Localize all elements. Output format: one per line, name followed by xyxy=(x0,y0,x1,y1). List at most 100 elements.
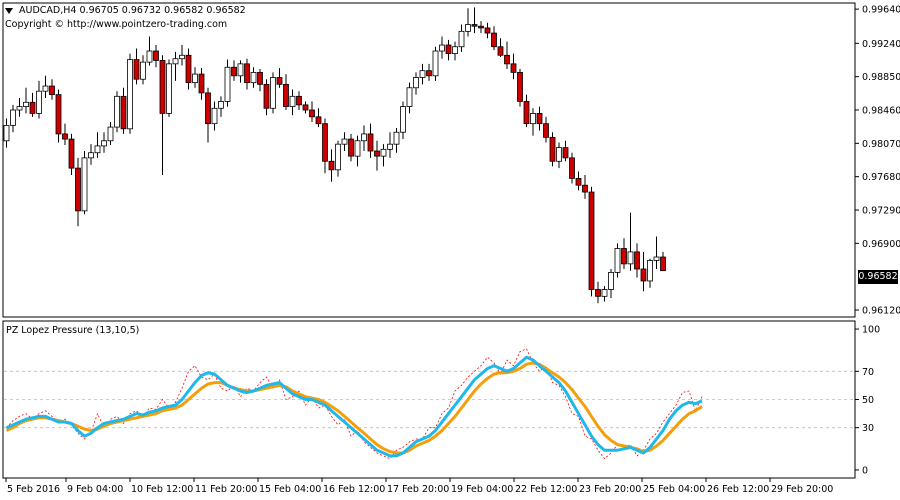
time-axis: 5 Feb 2016 9 Feb 04:00 10 Feb 12:00 11 Feb … xyxy=(5,478,833,495)
candle-body-bull xyxy=(140,61,146,80)
candle-body-bear xyxy=(621,248,627,265)
candle xyxy=(172,51,179,81)
candle-body-bull xyxy=(608,272,614,290)
candle xyxy=(530,108,536,136)
candle xyxy=(575,171,582,191)
candle-body-bull xyxy=(10,109,16,126)
candle-body-bear xyxy=(595,289,601,297)
candle xyxy=(263,79,270,116)
time-tick-label: 9 Feb 04:00 xyxy=(67,484,123,495)
candle-body-bear xyxy=(328,160,335,171)
candle-body-bull xyxy=(172,58,179,65)
candle-body-bull xyxy=(413,77,419,89)
time-tick-label: 23 Feb 20:00 xyxy=(579,484,641,495)
indicator-lines xyxy=(5,348,703,460)
candle xyxy=(380,144,387,167)
indicator-title: PZ Lopez Pressure (13,10,5) xyxy=(6,325,140,336)
candle-body-bear xyxy=(296,95,302,106)
candle xyxy=(166,59,172,117)
time-tick-label: 25 Feb 04:00 xyxy=(643,484,705,495)
triangle-down-icon[interactable] xyxy=(5,7,13,14)
candle-body-bear xyxy=(153,50,159,61)
candle-body-bear xyxy=(491,32,497,48)
candle-body-bear xyxy=(49,85,55,96)
indicator-axis: 100 70 50 30 0 xyxy=(4,325,880,476)
candle xyxy=(231,60,237,81)
candle xyxy=(120,87,127,134)
time-tick-label: 16 Feb 12:00 xyxy=(323,484,385,495)
candle-body-bull xyxy=(36,90,42,114)
candle-body-bull xyxy=(530,113,536,125)
price-tick-label: 0.99240 xyxy=(862,39,900,50)
candle xyxy=(497,38,504,57)
candle-body-bear xyxy=(348,138,354,157)
candle xyxy=(309,101,315,122)
indicator-tick-label: 30 xyxy=(862,423,874,434)
candle xyxy=(504,41,510,69)
candle-body-bull xyxy=(81,157,88,212)
price-tick-label: 0.97680 xyxy=(862,172,900,183)
candle xyxy=(81,151,88,215)
candle-body-bear xyxy=(634,251,640,270)
candle-body-bear xyxy=(478,25,484,29)
candle-body-bear xyxy=(517,71,523,102)
candle xyxy=(634,243,640,278)
candle-body-bull xyxy=(400,106,406,133)
price-tick-label: 0.98460 xyxy=(862,105,900,116)
candle xyxy=(432,46,439,81)
candle xyxy=(224,59,231,107)
time-tick-label: 29 Feb 20:00 xyxy=(771,484,833,495)
candle xyxy=(250,67,257,88)
candle-body-bear xyxy=(426,70,432,77)
candle-body-bull xyxy=(380,148,387,157)
candle xyxy=(614,243,621,278)
candle xyxy=(439,36,445,59)
candle xyxy=(192,67,198,88)
candle-body-bear xyxy=(205,92,211,125)
candle xyxy=(289,89,296,116)
candle-body-bull xyxy=(387,143,393,150)
candle xyxy=(621,238,627,269)
candle-body-bear xyxy=(263,83,270,109)
slow-pressure-line xyxy=(5,361,703,455)
candle xyxy=(296,91,302,110)
candle-body-bear xyxy=(504,54,510,65)
candle xyxy=(133,48,140,85)
candle-body-bear xyxy=(62,133,68,140)
candle-body-bull xyxy=(653,256,660,261)
indicator-tick-label: 0 xyxy=(862,465,868,476)
candle-body-bear xyxy=(309,109,315,118)
candle xyxy=(413,72,419,95)
candle-body-bull xyxy=(419,70,426,78)
symbol-name: AUDCAD,H4 xyxy=(19,5,77,16)
candle xyxy=(367,123,374,158)
candle-body-bull xyxy=(627,251,634,265)
candle-body-bear xyxy=(322,123,328,162)
time-tick-label: 5 Feb 2016 xyxy=(7,484,60,495)
candle-body-bull xyxy=(146,50,153,63)
candle xyxy=(608,268,614,299)
candle xyxy=(328,149,335,182)
candle-body-bull xyxy=(601,289,608,297)
time-tick-label: 22 Feb 12:00 xyxy=(515,484,577,495)
candle-body-bear xyxy=(185,54,192,84)
candle xyxy=(218,96,224,117)
candle xyxy=(452,41,458,61)
candle xyxy=(458,24,465,52)
candle xyxy=(543,116,549,143)
candle-body-bear xyxy=(198,73,205,94)
candle xyxy=(302,101,309,114)
candle xyxy=(244,58,250,90)
symbol-line: AUDCAD,H4 0.96705 0.96732 0.96582 0.9658… xyxy=(5,4,246,18)
candle xyxy=(419,63,426,85)
candle-body-bull xyxy=(94,145,101,154)
candle xyxy=(114,91,120,133)
candle-body-bear xyxy=(660,256,666,272)
candle-body-bear xyxy=(315,116,322,125)
candle-body-bull xyxy=(614,248,621,273)
candle xyxy=(523,94,530,128)
candle-body-bear xyxy=(133,59,140,80)
candle-body-bull xyxy=(393,131,400,145)
candle xyxy=(640,251,647,292)
candle xyxy=(42,75,49,99)
